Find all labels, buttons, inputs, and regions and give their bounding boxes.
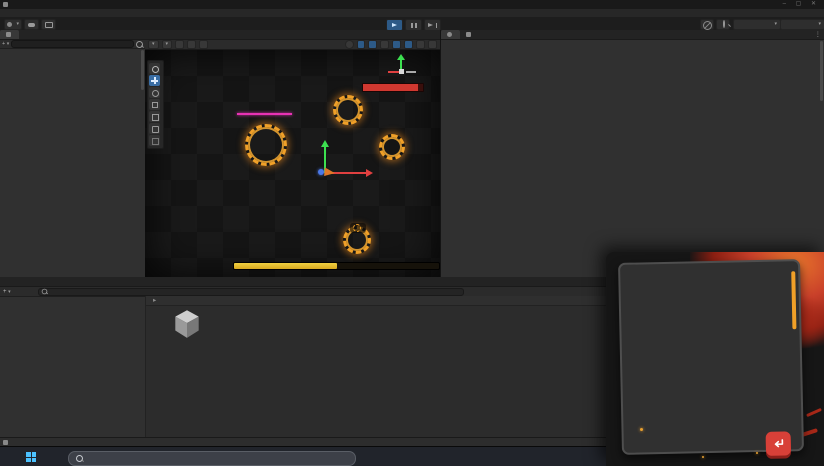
tab-project-settings[interactable] [460,30,479,39]
window-titlebar: – ▢ ✕ [0,0,824,9]
move-x-arrowhead [366,169,373,177]
sawblade-sprite [333,95,363,125]
tab-hierarchy[interactable] [0,30,19,39]
unity-scene-icon [175,310,199,338]
lava-streak [806,407,822,418]
gizmo-z-axis [406,71,416,73]
avatar [7,22,12,27]
search-icon [723,20,725,28]
game-capture-overlay [606,252,824,466]
spark [756,452,758,454]
scene-tabstrip [145,30,440,40]
xp-bar [233,262,440,270]
gizmo-y-cone [397,54,405,60]
tab-inspector[interactable] [441,30,460,39]
snap-increment-icon[interactable] [187,40,197,49]
ammo-counter [350,223,366,233]
hierarchy-panel: + ▾ [0,30,146,277]
global-dropdown[interactable]: ▾ [161,40,173,49]
sawblade-sprite [245,124,287,166]
gizmo-center [399,69,404,74]
console-message-icon [3,439,8,445]
move-y-arrowhead [321,140,329,147]
confirm-button[interactable] [765,431,792,456]
sawblade-sprite [379,134,405,160]
mode-2d-button[interactable] [357,40,365,49]
hand-tool[interactable] [149,63,160,74]
search-button[interactable] [716,19,730,30]
audio-toggle-icon[interactable] [380,40,389,49]
align-icon[interactable] [199,40,209,49]
visibility-toggle-icon[interactable] [404,40,413,49]
unity-app-icon [3,2,8,7]
create-asset-button[interactable]: + ▾ [3,289,11,295]
project-settings-tab-icon [466,31,471,37]
layout-dropdown[interactable]: ▾ [780,19,824,30]
hierarchy-scrollbar[interactable] [141,50,144,90]
wave-progress-bar [237,113,292,115]
inspector-body [441,39,817,277]
step-bar-icon [435,22,437,28]
rect-tool[interactable] [149,111,160,122]
lighting-toggle-icon[interactable] [368,40,377,49]
scale-tool[interactable] [149,99,160,110]
hierarchy-search-row: + ▾ [0,40,145,49]
upgrade-scrollbar[interactable] [791,271,797,330]
menubar [0,9,824,17]
enter-arrow-icon [774,438,784,447]
enemy-health-bar [362,83,424,92]
scene-toolbar: ▾ ▾ [145,40,440,50]
scene-canvas[interactable] [145,50,440,279]
transform-tool[interactable] [149,123,160,134]
desktop: – ▢ ✕ ▾ ▾ ▾ + ▾ ▾ ▾ ⋮ + ▾ ▸ [0,0,824,466]
spark [702,456,704,458]
rotate-tool[interactable] [149,87,160,98]
hierarchy-filter-icon[interactable] [136,40,143,48]
shading-mode-icon[interactable] [345,40,354,49]
inspector-menu-icon[interactable]: ⋮ [815,30,824,39]
ammo-gear-icon [353,224,361,232]
layers-dropdown[interactable]: ▾ [733,19,781,30]
account-button[interactable]: ▾ [4,19,22,30]
inspector-scrollbar[interactable] [820,41,823,101]
hierarchy-search-input[interactable] [11,40,134,48]
step-icon [428,22,433,27]
start-button[interactable] [26,452,36,462]
taskbar-search[interactable] [68,450,356,466]
health-fill [363,84,419,91]
services-button[interactable] [700,19,714,30]
custom-tool[interactable] [149,135,160,146]
window-controls[interactable]: – ▢ ✕ [783,0,820,9]
scene-panel: ▾ ▾ [145,30,441,279]
inspector-panel: ⋮ [441,30,824,277]
slash-circle-icon [703,20,712,30]
grid-snap-icon[interactable] [175,40,185,49]
move-tool[interactable] [149,75,160,86]
spark [640,428,643,431]
asset-item-game[interactable] [164,306,210,346]
project-folder-tree [0,296,146,437]
player-xp-orb [318,169,324,175]
gizmos-dropdown-icon[interactable] [428,40,437,49]
project-search-input[interactable] [37,287,464,296]
add-object-button[interactable]: + ▾ [2,41,9,47]
effects-toggle-icon[interactable] [392,40,401,49]
gizmo-x-axis [388,71,399,73]
play-icon [392,22,397,27]
pause-icon [410,22,413,28]
move-x-axis [329,172,367,174]
cloud-icon [28,23,35,27]
hierarchy-tabstrip [0,30,145,40]
inspector-tab-icon [447,31,452,37]
xp-fill [234,263,337,269]
upgrade-panel [618,259,804,456]
taskbar-search-icon [76,454,83,462]
pivot-dropdown[interactable]: ▾ [148,40,159,49]
scene-tools [147,60,164,149]
version-control-button[interactable] [41,19,56,30]
hierarchy-tab-icon [6,31,11,37]
main-toolbar: ▾ ▾ ▾ [0,17,824,31]
camera-settings-icon[interactable] [416,40,425,49]
cloud-button[interactable] [24,19,39,30]
